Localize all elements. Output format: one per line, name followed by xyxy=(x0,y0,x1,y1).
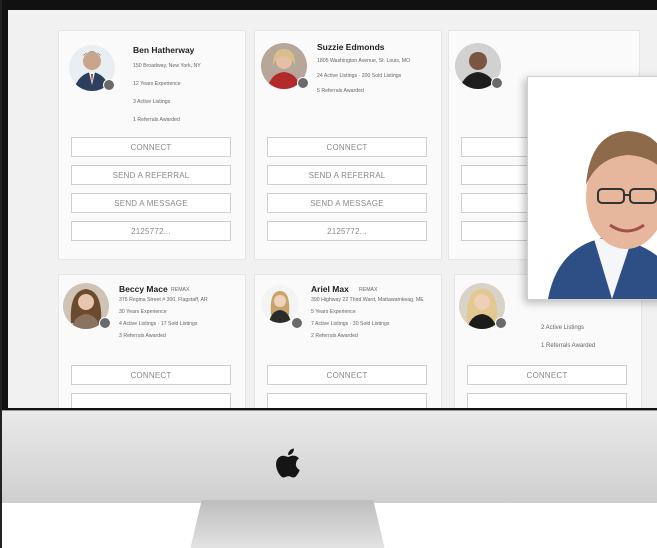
agent-name: Beccy Mace xyxy=(119,284,168,294)
agent-name: Suzzie Edmonds xyxy=(317,42,385,52)
connect-button[interactable]: CONNECT xyxy=(267,365,427,385)
agent-listings: 4 Active Listings · 17 Sold Listings xyxy=(119,321,198,327)
agent-listings: 2 Active Listings xyxy=(541,325,585,331)
agent-name: Ariel Max xyxy=(311,284,349,294)
agent-address: 150 Broadway, New York, NY xyxy=(133,63,201,69)
imac-scene: Ben Hatherway 150 Broadway, New York, NY… xyxy=(0,0,657,548)
agent-referrals: 2 Referrals Awarded xyxy=(311,333,358,339)
agent-card-ariel: Ariel Max REMAX 390 Highway 22 Third War… xyxy=(254,274,442,408)
agent-experience: 30 Years Experience xyxy=(119,309,167,315)
monitor-chin xyxy=(0,410,657,503)
phone-button[interactable]: 2125772... xyxy=(267,221,427,241)
monitor-stand xyxy=(190,500,385,548)
agent-experience: 12 Years Experience xyxy=(133,81,181,87)
verified-badge-icon xyxy=(291,317,303,329)
agent-listings: 7 Active Listings · 30 Sold Listings xyxy=(311,321,390,327)
verified-badge-icon xyxy=(103,79,115,91)
monitor-screen: Ben Hatherway 150 Broadway, New York, NY… xyxy=(8,10,657,408)
profile-photo-popup xyxy=(527,76,657,300)
agent-portrait-image xyxy=(528,77,657,299)
connect-button[interactable]: CONNECT xyxy=(71,137,231,157)
verified-badge-icon xyxy=(491,77,503,89)
agent-address: 375 Regina Street # 300, Flagstaff, AR xyxy=(119,297,208,303)
apple-logo-icon xyxy=(276,448,300,478)
verified-badge-icon xyxy=(495,317,507,329)
connect-button[interactable]: CONNECT xyxy=(71,365,231,385)
agent-tag: REMAX xyxy=(359,287,378,293)
agent-address: 1805 Washington Avenue, St. Louis, MO xyxy=(317,58,411,64)
send-referral-button[interactable] xyxy=(467,393,627,408)
verified-badge-icon xyxy=(297,77,309,89)
agent-name: Ben Hatherway xyxy=(133,45,195,55)
send-message-button[interactable]: SEND A MESSAGE xyxy=(71,193,231,213)
agent-card-ben: Ben Hatherway 150 Broadway, New York, NY… xyxy=(58,30,246,260)
agent-address: 390 Highway 22 Third Ward, Mattawamkeag,… xyxy=(311,297,424,303)
agent-listings: 3 Active Listings xyxy=(133,99,171,105)
agent-card-suzzie: Suzzie Edmonds 1805 Washington Avenue, S… xyxy=(254,30,442,260)
agent-referrals: 1 Referrals Awarded xyxy=(541,343,596,349)
agent-tag: REMAX xyxy=(171,287,190,293)
agent-experience: 5 Years Experience xyxy=(311,309,356,315)
agent-referrals: 3 Referrals Awarded xyxy=(119,333,166,339)
connect-button[interactable]: CONNECT xyxy=(267,137,427,157)
agent-referrals: 1 Referrals Awarded xyxy=(133,117,180,123)
send-referral-button[interactable]: SEND A REFERRAL xyxy=(71,165,231,185)
agent-listings: 24 Active Listings · 200 Sold Listings xyxy=(317,73,402,79)
verified-badge-icon xyxy=(99,317,111,329)
phone-button[interactable]: 2125772... xyxy=(71,221,231,241)
send-referral-button[interactable] xyxy=(267,393,427,408)
send-referral-button[interactable] xyxy=(71,393,231,408)
agent-referrals: 5 Referrals Awarded xyxy=(317,88,364,94)
connect-button[interactable]: CONNECT xyxy=(467,365,627,385)
send-message-button[interactable]: SEND A MESSAGE xyxy=(267,193,427,213)
send-referral-button[interactable]: SEND A REFERRAL xyxy=(267,165,427,185)
frame-edge xyxy=(0,0,2,548)
agent-card-beccy: Beccy Mace REMAX 375 Regina Street # 300… xyxy=(58,274,246,408)
